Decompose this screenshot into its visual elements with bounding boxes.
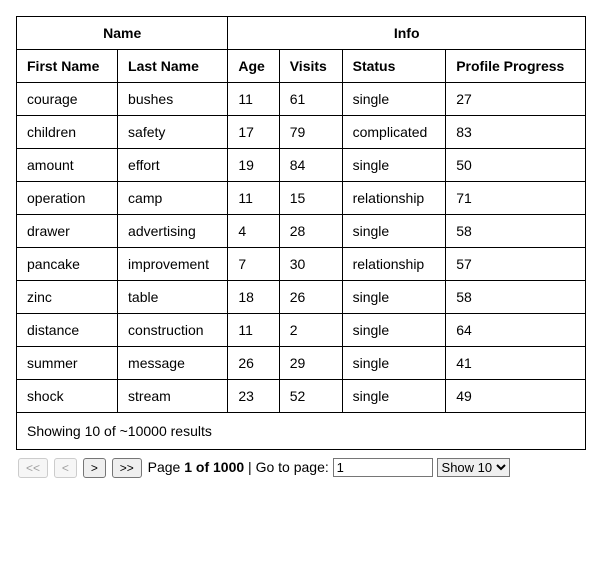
cell-visits: 28 xyxy=(279,215,342,248)
cell-age: 17 xyxy=(228,116,279,149)
cell-age: 7 xyxy=(228,248,279,281)
cell-status: single xyxy=(342,215,446,248)
cell-status: single xyxy=(342,281,446,314)
page-size-select[interactable]: Show 10Show 20Show 30Show 40Show 50 xyxy=(437,458,510,477)
cell-first: shock xyxy=(17,380,118,413)
cell-last: camp xyxy=(118,182,228,215)
cell-status: single xyxy=(342,380,446,413)
cell-age: 18 xyxy=(228,281,279,314)
cell-progress: 27 xyxy=(446,83,586,116)
cell-first: courage xyxy=(17,83,118,116)
col-status: Status xyxy=(342,50,446,83)
cell-age: 19 xyxy=(228,149,279,182)
cell-last: table xyxy=(118,281,228,314)
cell-age: 11 xyxy=(228,182,279,215)
cell-progress: 71 xyxy=(446,182,586,215)
table-row: draweradvertising428single58 xyxy=(17,215,586,248)
col-progress: Profile Progress xyxy=(446,50,586,83)
cell-age: 4 xyxy=(228,215,279,248)
page-current: 1 of 1000 xyxy=(184,459,244,475)
pagination-bar: << < > >> Page 1 of 1000 | Go to page: S… xyxy=(16,450,586,486)
cell-first: operation xyxy=(17,182,118,215)
cell-progress: 58 xyxy=(446,281,586,314)
col-age: Age xyxy=(228,50,279,83)
next-page-button[interactable]: > xyxy=(83,458,106,478)
cell-first: amount xyxy=(17,149,118,182)
cell-age: 26 xyxy=(228,347,279,380)
cell-last: message xyxy=(118,347,228,380)
data-table: Name Info First Name Last Name Age Visit… xyxy=(16,16,586,450)
table-row: shockstream2352single49 xyxy=(17,380,586,413)
cell-visits: 2 xyxy=(279,314,342,347)
table-row: childrensafety1779complicated83 xyxy=(17,116,586,149)
page-info: Page 1 of 1000 | Go to page: xyxy=(148,459,437,475)
col-group-info: Info xyxy=(228,17,586,50)
cell-age: 11 xyxy=(228,83,279,116)
cell-first: drawer xyxy=(17,215,118,248)
cell-first: children xyxy=(17,116,118,149)
cell-first: pancake xyxy=(17,248,118,281)
cell-last: construction xyxy=(118,314,228,347)
cell-visits: 84 xyxy=(279,149,342,182)
cell-progress: 58 xyxy=(446,215,586,248)
table-row: zinctable1826single58 xyxy=(17,281,586,314)
cell-progress: 83 xyxy=(446,116,586,149)
table-row: pancakeimprovement730relationship57 xyxy=(17,248,586,281)
col-first-name: First Name xyxy=(17,50,118,83)
page-label-prefix: Page xyxy=(148,459,185,475)
cell-last: bushes xyxy=(118,83,228,116)
first-page-button[interactable]: << xyxy=(18,458,48,478)
cell-first: distance xyxy=(17,314,118,347)
table-row: couragebushes1161single27 xyxy=(17,83,586,116)
cell-last: advertising xyxy=(118,215,228,248)
cell-progress: 50 xyxy=(446,149,586,182)
cell-first: zinc xyxy=(17,281,118,314)
goto-label: Go to page: xyxy=(256,459,333,475)
cell-status: relationship xyxy=(342,182,446,215)
cell-progress: 41 xyxy=(446,347,586,380)
last-page-button[interactable]: >> xyxy=(112,458,142,478)
results-summary: Showing 10 of ~10000 results xyxy=(17,413,586,450)
goto-page-input[interactable] xyxy=(333,458,433,477)
cell-status: single xyxy=(342,149,446,182)
cell-status: complicated xyxy=(342,116,446,149)
cell-status: single xyxy=(342,347,446,380)
cell-status: single xyxy=(342,83,446,116)
col-group-name: Name xyxy=(17,17,228,50)
cell-last: safety xyxy=(118,116,228,149)
prev-page-button[interactable]: < xyxy=(54,458,77,478)
cell-visits: 79 xyxy=(279,116,342,149)
col-last-name: Last Name xyxy=(118,50,228,83)
cell-progress: 64 xyxy=(446,314,586,347)
table-row: distanceconstruction112single64 xyxy=(17,314,586,347)
cell-visits: 61 xyxy=(279,83,342,116)
cell-last: effort xyxy=(118,149,228,182)
cell-first: summer xyxy=(17,347,118,380)
cell-age: 23 xyxy=(228,380,279,413)
cell-visits: 29 xyxy=(279,347,342,380)
cell-visits: 15 xyxy=(279,182,342,215)
cell-progress: 57 xyxy=(446,248,586,281)
cell-status: relationship xyxy=(342,248,446,281)
col-visits: Visits xyxy=(279,50,342,83)
table-row: operationcamp1115relationship71 xyxy=(17,182,586,215)
cell-progress: 49 xyxy=(446,380,586,413)
cell-visits: 30 xyxy=(279,248,342,281)
cell-status: single xyxy=(342,314,446,347)
table-row: summermessage2629single41 xyxy=(17,347,586,380)
cell-visits: 26 xyxy=(279,281,342,314)
cell-age: 11 xyxy=(228,314,279,347)
cell-visits: 52 xyxy=(279,380,342,413)
cell-last: stream xyxy=(118,380,228,413)
page-separator: | xyxy=(244,459,255,475)
cell-last: improvement xyxy=(118,248,228,281)
table-row: amounteffort1984single50 xyxy=(17,149,586,182)
